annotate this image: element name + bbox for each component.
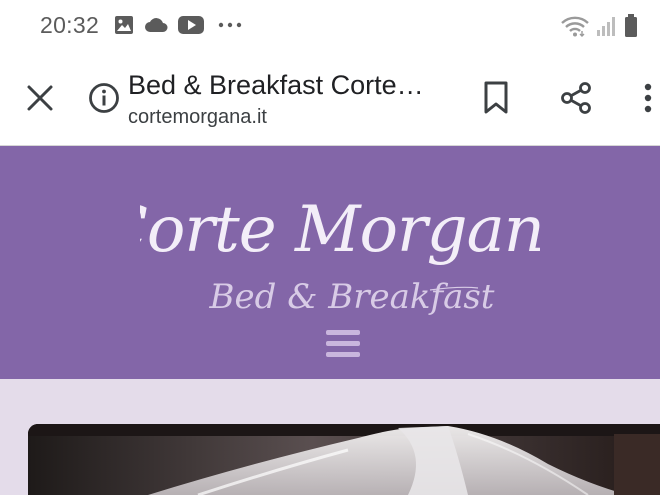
battery-icon <box>625 14 637 37</box>
site-logo[interactable]: Corte Morgana Bed & Breakfast <box>140 166 540 316</box>
bookmark-button[interactable] <box>478 78 514 118</box>
share-button[interactable] <box>556 78 596 118</box>
logo-line-2: Bed & Breakfast <box>209 277 495 316</box>
site-header: Corte Morgana Bed & Breakfast <box>0 146 660 379</box>
custom-tab-toolbar: Bed & Breakfast Corte… cortemorgana.it <box>0 52 660 146</box>
bookmark-icon <box>484 81 508 114</box>
youtube-icon <box>178 16 204 34</box>
cloud-icon <box>145 18 168 32</box>
logo-line-1: Corte Morgana <box>140 193 540 267</box>
page-title: Bed & Breakfast Corte… <box>128 70 424 100</box>
hero-photo <box>28 424 660 495</box>
info-icon <box>89 83 119 113</box>
status-icons-left <box>114 15 242 35</box>
status-bar: 20:32 <box>0 0 660 52</box>
site-info-button[interactable] <box>86 80 122 116</box>
close-button[interactable] <box>20 78 60 118</box>
more-dots-icon <box>218 22 242 28</box>
status-time: 20:32 <box>40 12 100 38</box>
content-area <box>0 379 660 495</box>
share-icon <box>561 82 591 114</box>
status-icons-right <box>560 14 638 38</box>
hamburger-menu-button[interactable] <box>324 328 364 360</box>
page-url: cortemorgana.it <box>128 106 267 128</box>
hamburger-bar <box>326 341 360 346</box>
more-options-button[interactable] <box>636 78 660 118</box>
signal-icon <box>597 17 615 36</box>
image-icon <box>115 16 133 34</box>
wifi-icon <box>561 16 589 37</box>
more-vert-icon <box>644 83 652 113</box>
hero-image <box>28 424 660 495</box>
hamburger-bar <box>326 352 360 357</box>
hamburger-icon <box>326 330 360 335</box>
close-icon <box>27 85 53 111</box>
